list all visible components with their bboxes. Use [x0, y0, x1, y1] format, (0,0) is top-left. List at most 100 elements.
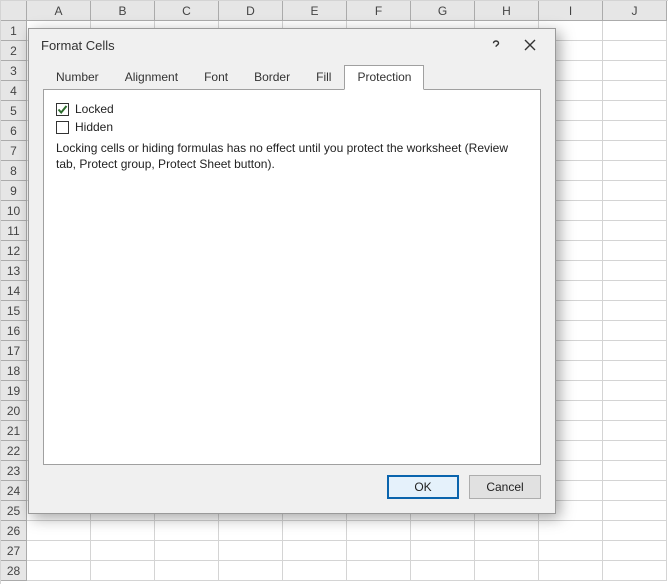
row-header[interactable]: 5: [1, 101, 27, 121]
cell[interactable]: [603, 81, 667, 101]
cell[interactable]: [603, 401, 667, 421]
cancel-button[interactable]: Cancel: [469, 475, 541, 499]
cell[interactable]: [219, 521, 283, 541]
select-all-corner[interactable]: [1, 1, 27, 21]
cell[interactable]: [155, 561, 219, 581]
row-header[interactable]: 14: [1, 281, 27, 301]
cell[interactable]: [539, 561, 603, 581]
cell[interactable]: [27, 541, 91, 561]
help-button[interactable]: [479, 31, 513, 59]
row-header[interactable]: 12: [1, 241, 27, 261]
cell[interactable]: [475, 561, 539, 581]
tab-alignment[interactable]: Alignment: [112, 65, 191, 90]
cell[interactable]: [603, 61, 667, 81]
cell[interactable]: [219, 541, 283, 561]
column-header[interactable]: E: [283, 1, 347, 21]
cell[interactable]: [27, 521, 91, 541]
cell[interactable]: [27, 561, 91, 581]
row-header[interactable]: 17: [1, 341, 27, 361]
column-header[interactable]: J: [603, 1, 667, 21]
cell[interactable]: [603, 121, 667, 141]
row-header[interactable]: 15: [1, 301, 27, 321]
column-header[interactable]: F: [347, 1, 411, 21]
close-button[interactable]: [513, 31, 547, 59]
column-header[interactable]: B: [91, 1, 155, 21]
row-header[interactable]: 20: [1, 401, 27, 421]
cell[interactable]: [219, 561, 283, 581]
cell[interactable]: [603, 201, 667, 221]
cell[interactable]: [283, 541, 347, 561]
column-header[interactable]: I: [539, 1, 603, 21]
row-header[interactable]: 22: [1, 441, 27, 461]
cell[interactable]: [347, 561, 411, 581]
cell[interactable]: [91, 541, 155, 561]
locked-checkbox[interactable]: [56, 103, 69, 116]
row-header[interactable]: 6: [1, 121, 27, 141]
row-header[interactable]: 28: [1, 561, 27, 581]
cell[interactable]: [603, 261, 667, 281]
cell[interactable]: [91, 521, 155, 541]
row-header[interactable]: 23: [1, 461, 27, 481]
cell[interactable]: [411, 541, 475, 561]
cell[interactable]: [283, 561, 347, 581]
cell[interactable]: [539, 521, 603, 541]
cell[interactable]: [539, 541, 603, 561]
row-header[interactable]: 16: [1, 321, 27, 341]
column-header[interactable]: G: [411, 1, 475, 21]
row-header[interactable]: 4: [1, 81, 27, 101]
row-header[interactable]: 8: [1, 161, 27, 181]
row-header[interactable]: 27: [1, 541, 27, 561]
row-header[interactable]: 7: [1, 141, 27, 161]
cell[interactable]: [155, 541, 219, 561]
row-header[interactable]: 25: [1, 501, 27, 521]
row-header[interactable]: 2: [1, 41, 27, 61]
cell[interactable]: [603, 281, 667, 301]
cell[interactable]: [603, 541, 667, 561]
cell[interactable]: [603, 361, 667, 381]
cell[interactable]: [603, 461, 667, 481]
column-header[interactable]: A: [27, 1, 91, 21]
cell[interactable]: [347, 521, 411, 541]
cell[interactable]: [603, 421, 667, 441]
column-header[interactable]: H: [475, 1, 539, 21]
row-header[interactable]: 3: [1, 61, 27, 81]
row-header[interactable]: 19: [1, 381, 27, 401]
cell[interactable]: [603, 341, 667, 361]
cell[interactable]: [603, 441, 667, 461]
tab-fill[interactable]: Fill: [303, 65, 344, 90]
tab-border[interactable]: Border: [241, 65, 303, 90]
cell[interactable]: [475, 521, 539, 541]
cell[interactable]: [603, 241, 667, 261]
cell[interactable]: [603, 301, 667, 321]
row-header[interactable]: 24: [1, 481, 27, 501]
tab-font[interactable]: Font: [191, 65, 241, 90]
cell[interactable]: [91, 561, 155, 581]
cell[interactable]: [283, 521, 347, 541]
cell[interactable]: [603, 221, 667, 241]
cell[interactable]: [603, 41, 667, 61]
cell[interactable]: [603, 521, 667, 541]
cell[interactable]: [603, 501, 667, 521]
cell[interactable]: [475, 541, 539, 561]
row-header[interactable]: 21: [1, 421, 27, 441]
row-header[interactable]: 18: [1, 361, 27, 381]
row-header[interactable]: 10: [1, 201, 27, 221]
row-header[interactable]: 9: [1, 181, 27, 201]
cell[interactable]: [603, 321, 667, 341]
cell[interactable]: [155, 521, 219, 541]
cell[interactable]: [347, 541, 411, 561]
tab-protection[interactable]: Protection: [344, 65, 424, 90]
tab-number[interactable]: Number: [43, 65, 112, 90]
row-header[interactable]: 1: [1, 21, 27, 41]
cell[interactable]: [411, 521, 475, 541]
cell[interactable]: [603, 21, 667, 41]
cell[interactable]: [411, 561, 475, 581]
ok-button[interactable]: OK: [387, 475, 459, 499]
row-header[interactable]: 26: [1, 521, 27, 541]
row-header[interactable]: 11: [1, 221, 27, 241]
cell[interactable]: [603, 161, 667, 181]
cell[interactable]: [603, 561, 667, 581]
cell[interactable]: [603, 141, 667, 161]
column-header[interactable]: C: [155, 1, 219, 21]
cell[interactable]: [603, 481, 667, 501]
